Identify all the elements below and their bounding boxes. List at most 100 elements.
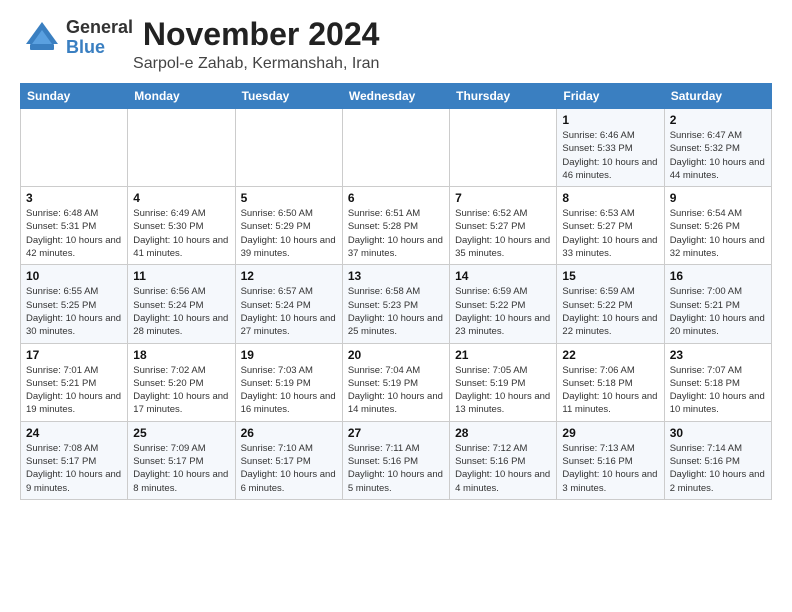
table-row: 17 Sunrise: 7:01 AM Sunset: 5:21 PM Dayli… <box>21 343 128 421</box>
day-info: Sunrise: 6:53 AM Sunset: 5:27 PM Dayligh… <box>562 207 658 260</box>
table-row: 23 Sunrise: 7:07 AM Sunset: 5:18 PM Dayli… <box>664 343 771 421</box>
day-number: 10 <box>26 269 122 283</box>
table-row: 24 Sunrise: 7:08 AM Sunset: 5:17 PM Dayli… <box>21 421 128 499</box>
day-number: 14 <box>455 269 551 283</box>
table-row: 29 Sunrise: 7:13 AM Sunset: 5:16 PM Dayli… <box>557 421 664 499</box>
title-area: November 2024 Sarpol-e Zahab, Kermanshah… <box>133 16 379 73</box>
day-number: 19 <box>241 348 337 362</box>
table-row: 16Sunrise: 7:00 AM Sunset: 5:21 PM Dayli… <box>664 265 771 343</box>
day-number: 30 <box>670 426 766 440</box>
table-row: 7 Sunrise: 6:52 AM Sunset: 5:27 PM Daylig… <box>450 187 557 265</box>
week-row-3: 10Sunrise: 6:55 AM Sunset: 5:25 PM Dayli… <box>21 265 772 343</box>
table-row: 11 Sunrise: 6:56 AM Sunset: 5:24 PM Dayli… <box>128 265 235 343</box>
day-info: Sunrise: 6:50 AM Sunset: 5:29 PM Dayligh… <box>241 207 337 260</box>
day-info: Sunrise: 6:59 AM Sunset: 5:22 PM Dayligh… <box>455 285 551 338</box>
header-tuesday: Tuesday <box>235 84 342 109</box>
day-info: Sunrise: 7:10 AM Sunset: 5:17 PM Dayligh… <box>241 442 337 495</box>
day-number: 22 <box>562 348 658 362</box>
table-row <box>235 109 342 187</box>
header-sunday: Sunday <box>21 84 128 109</box>
day-info: Sunrise: 6:58 AM Sunset: 5:23 PM Dayligh… <box>348 285 444 338</box>
day-number: 1 <box>562 113 658 127</box>
day-info: Sunrise: 6:46 AM Sunset: 5:33 PM Dayligh… <box>562 129 658 182</box>
logo-blue-text: Blue <box>66 38 133 58</box>
table-row: 21Sunrise: 7:05 AM Sunset: 5:19 PM Dayli… <box>450 343 557 421</box>
logo-general-text: General <box>66 18 133 38</box>
day-info: Sunrise: 6:48 AM Sunset: 5:31 PM Dayligh… <box>26 207 122 260</box>
day-number: 11 <box>133 269 229 283</box>
logo: General Blue <box>20 16 133 60</box>
table-row: 6 Sunrise: 6:51 AM Sunset: 5:28 PM Daylig… <box>342 187 449 265</box>
table-row: 20Sunrise: 7:04 AM Sunset: 5:19 PM Dayli… <box>342 343 449 421</box>
day-number: 16 <box>670 269 766 283</box>
table-row: 28 Sunrise: 7:12 AM Sunset: 5:16 PM Dayli… <box>450 421 557 499</box>
day-info: Sunrise: 6:52 AM Sunset: 5:27 PM Dayligh… <box>455 207 551 260</box>
day-info: Sunrise: 7:05 AM Sunset: 5:19 PM Dayligh… <box>455 364 551 417</box>
table-row <box>21 109 128 187</box>
day-number: 13 <box>348 269 444 283</box>
month-title: November 2024 <box>133 16 379 53</box>
day-info: Sunrise: 7:12 AM Sunset: 5:16 PM Dayligh… <box>455 442 551 495</box>
table-row: 30 Sunrise: 7:14 AM Sunset: 5:16 PM Dayli… <box>664 421 771 499</box>
table-row: 2Sunrise: 6:47 AM Sunset: 5:32 PM Daylig… <box>664 109 771 187</box>
table-row: 1 Sunrise: 6:46 AM Sunset: 5:33 PM Daylig… <box>557 109 664 187</box>
day-number: 8 <box>562 191 658 205</box>
day-number: 17 <box>26 348 122 362</box>
header: General Blue November 2024 Sarpol-e Zaha… <box>20 16 772 73</box>
day-number: 25 <box>133 426 229 440</box>
day-info: Sunrise: 7:03 AM Sunset: 5:19 PM Dayligh… <box>241 364 337 417</box>
day-number: 28 <box>455 426 551 440</box>
location-title: Sarpol-e Zahab, Kermanshah, Iran <box>133 55 379 73</box>
table-row <box>342 109 449 187</box>
logo-icon <box>20 16 64 60</box>
day-info: Sunrise: 7:13 AM Sunset: 5:16 PM Dayligh… <box>562 442 658 495</box>
day-number: 5 <box>241 191 337 205</box>
day-number: 24 <box>26 426 122 440</box>
day-info: Sunrise: 7:07 AM Sunset: 5:18 PM Dayligh… <box>670 364 766 417</box>
day-info: Sunrise: 7:01 AM Sunset: 5:21 PM Dayligh… <box>26 364 122 417</box>
day-number: 9 <box>670 191 766 205</box>
day-info: Sunrise: 6:59 AM Sunset: 5:22 PM Dayligh… <box>562 285 658 338</box>
table-row <box>128 109 235 187</box>
day-info: Sunrise: 6:56 AM Sunset: 5:24 PM Dayligh… <box>133 285 229 338</box>
table-row: 25 Sunrise: 7:09 AM Sunset: 5:17 PM Dayli… <box>128 421 235 499</box>
day-info: Sunrise: 7:08 AM Sunset: 5:17 PM Dayligh… <box>26 442 122 495</box>
day-info: Sunrise: 7:04 AM Sunset: 5:19 PM Dayligh… <box>348 364 444 417</box>
day-number: 29 <box>562 426 658 440</box>
day-number: 7 <box>455 191 551 205</box>
day-info: Sunrise: 7:14 AM Sunset: 5:16 PM Dayligh… <box>670 442 766 495</box>
table-row <box>450 109 557 187</box>
day-info: Sunrise: 6:51 AM Sunset: 5:28 PM Dayligh… <box>348 207 444 260</box>
day-number: 6 <box>348 191 444 205</box>
table-row: 14 Sunrise: 6:59 AM Sunset: 5:22 PM Dayli… <box>450 265 557 343</box>
table-row: 13 Sunrise: 6:58 AM Sunset: 5:23 PM Dayli… <box>342 265 449 343</box>
calendar-page: General Blue November 2024 Sarpol-e Zaha… <box>0 0 792 510</box>
table-row: 10Sunrise: 6:55 AM Sunset: 5:25 PM Dayli… <box>21 265 128 343</box>
header-wednesday: Wednesday <box>342 84 449 109</box>
table-row: 27 Sunrise: 7:11 AM Sunset: 5:16 PM Dayli… <box>342 421 449 499</box>
table-row: 15 Sunrise: 6:59 AM Sunset: 5:22 PM Dayli… <box>557 265 664 343</box>
week-row-2: 3 Sunrise: 6:48 AM Sunset: 5:31 PM Daylig… <box>21 187 772 265</box>
table-row: 26Sunrise: 7:10 AM Sunset: 5:17 PM Dayli… <box>235 421 342 499</box>
day-number: 23 <box>670 348 766 362</box>
week-row-5: 24 Sunrise: 7:08 AM Sunset: 5:17 PM Dayli… <box>21 421 772 499</box>
header-saturday: Saturday <box>664 84 771 109</box>
weekday-header-row: Sunday Monday Tuesday Wednesday Thursday… <box>21 84 772 109</box>
day-info: Sunrise: 6:54 AM Sunset: 5:26 PM Dayligh… <box>670 207 766 260</box>
day-info: Sunrise: 7:06 AM Sunset: 5:18 PM Dayligh… <box>562 364 658 417</box>
day-info: Sunrise: 6:49 AM Sunset: 5:30 PM Dayligh… <box>133 207 229 260</box>
calendar-table: Sunday Monday Tuesday Wednesday Thursday… <box>20 83 772 500</box>
day-number: 4 <box>133 191 229 205</box>
table-row: 22 Sunrise: 7:06 AM Sunset: 5:18 PM Dayli… <box>557 343 664 421</box>
day-info: Sunrise: 7:11 AM Sunset: 5:16 PM Dayligh… <box>348 442 444 495</box>
table-row: 8 Sunrise: 6:53 AM Sunset: 5:27 PM Daylig… <box>557 187 664 265</box>
header-friday: Friday <box>557 84 664 109</box>
day-number: 27 <box>348 426 444 440</box>
day-info: Sunrise: 6:47 AM Sunset: 5:32 PM Dayligh… <box>670 129 766 182</box>
day-number: 3 <box>26 191 122 205</box>
table-row: 3 Sunrise: 6:48 AM Sunset: 5:31 PM Daylig… <box>21 187 128 265</box>
day-number: 15 <box>562 269 658 283</box>
table-row: 12Sunrise: 6:57 AM Sunset: 5:24 PM Dayli… <box>235 265 342 343</box>
day-info: Sunrise: 7:09 AM Sunset: 5:17 PM Dayligh… <box>133 442 229 495</box>
header-thursday: Thursday <box>450 84 557 109</box>
